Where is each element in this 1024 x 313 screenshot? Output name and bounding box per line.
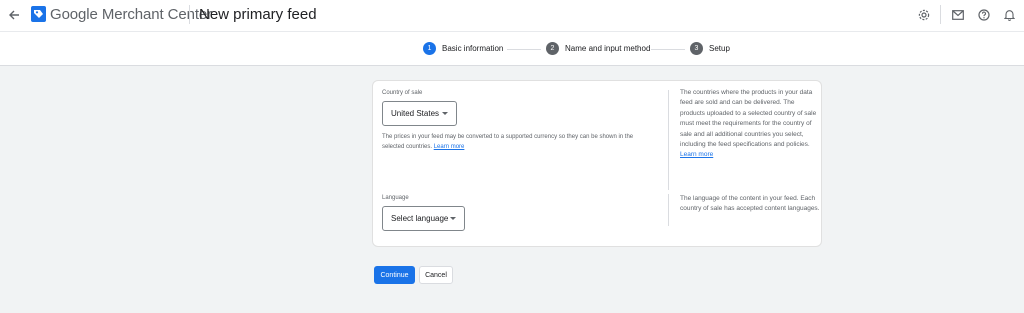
language-select[interactable]: Select language [382, 206, 465, 231]
language-side-help: The language of the content in your feed… [680, 195, 820, 213]
page-title: New primary feed [199, 6, 317, 23]
country-label: Country of sale [382, 90, 423, 96]
section-divider [668, 90, 669, 190]
step-label: Name and input method [565, 44, 651, 53]
step-number: 1 [423, 42, 436, 55]
step-basic-information[interactable]: 1 Basic information [423, 42, 503, 55]
language-label: Language [382, 195, 409, 201]
header-divider [189, 5, 190, 24]
step-number: 3 [690, 42, 703, 55]
country-select[interactable]: United States [382, 101, 457, 126]
country-learn-more-link[interactable]: Learn more [434, 144, 465, 150]
dropdown-arrow-icon [450, 217, 456, 220]
step-setup[interactable]: 3 Setup [690, 42, 730, 55]
country-select-value: United States [391, 109, 440, 118]
country-hint: The prices in your feed may be converted… [382, 132, 657, 152]
step-label: Setup [709, 44, 730, 53]
step-connector [507, 49, 541, 50]
help-icon[interactable] [976, 7, 992, 23]
cancel-button[interactable]: Cancel [419, 266, 453, 284]
section-divider [668, 194, 669, 226]
language-select-value: Select language [391, 214, 449, 223]
app-header: Google Merchant Center New primary feed [0, 0, 1024, 31]
step-number: 2 [546, 42, 559, 55]
brand-name: Google Merchant Center [50, 6, 213, 23]
mail-icon[interactable] [950, 7, 966, 23]
country-side-learn-more-link[interactable]: Learn more [680, 151, 713, 158]
basic-info-card: Country of sale United States The prices… [372, 80, 822, 247]
step-connector [651, 49, 685, 50]
step-label: Basic information [442, 44, 504, 53]
notifications-icon[interactable] [1001, 7, 1017, 23]
country-side-text: The countries where the products in your… [680, 89, 817, 149]
dropdown-arrow-icon [442, 112, 448, 115]
step-name-and-input-method[interactable]: 2 Name and input method [546, 42, 650, 55]
arrow-back-icon[interactable] [6, 7, 22, 23]
continue-button[interactable]: Continue [374, 266, 415, 284]
header-divider-right [940, 5, 941, 24]
merchant-center-logo [31, 6, 46, 22]
country-hint-text: The prices in your feed may be converted… [382, 134, 634, 150]
country-side-help: The countries where the products in your… [680, 88, 820, 161]
feed-setup-stepper: 1 Basic information 2 Name and input met… [0, 31, 1024, 66]
settings-icon[interactable] [916, 7, 932, 23]
